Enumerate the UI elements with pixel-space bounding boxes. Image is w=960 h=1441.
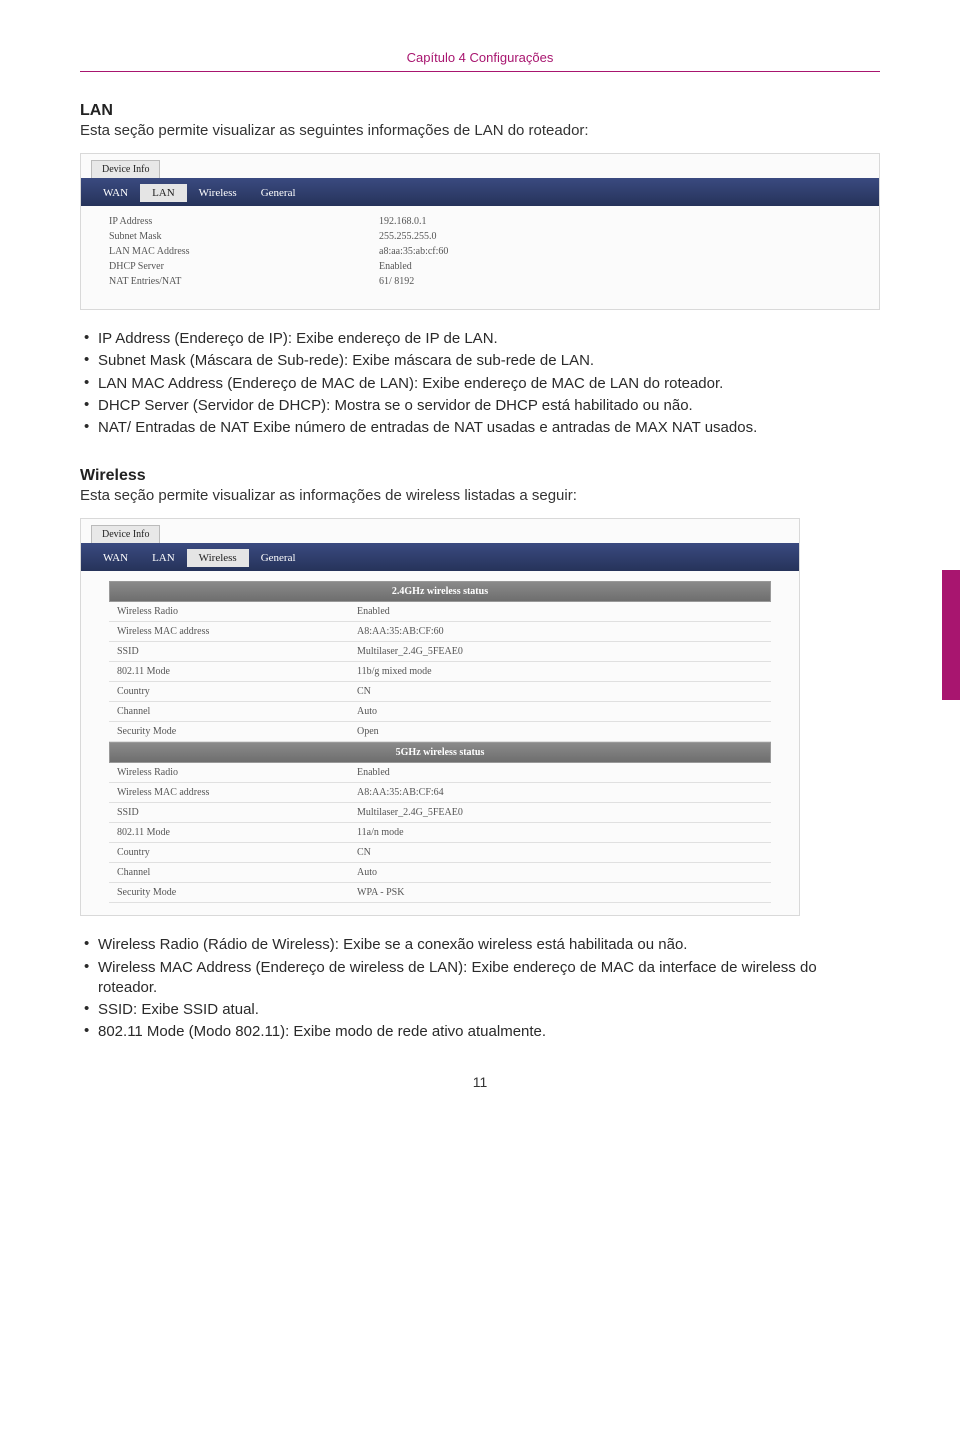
tab-wireless[interactable]: Wireless [187,549,249,567]
lan-row-value: 61/ 8192 [379,276,414,287]
status-row: 802.11 Mode11a/n mode [109,823,771,843]
page-number: 11 [80,1074,880,1090]
list-item: NAT/ Entradas de NAT Exibe número de ent… [80,417,880,439]
status-value: 11a/n mode [357,827,404,838]
wireless-bullet-list: Wireless Radio (Rádio de Wireless): Exib… [80,934,880,1043]
status-row: CountryCN [109,682,771,702]
status-label: 802.11 Mode [117,666,357,677]
status-label: Wireless Radio [117,606,357,617]
status-label: Channel [117,867,357,878]
tab-wan[interactable]: WAN [91,549,140,567]
wireless-24-table: 2.4GHz wireless status Wireless RadioEna… [109,581,771,903]
status-row: Wireless MAC addressA8:AA:35:AB:CF:60 [109,622,771,642]
status-row: Security ModeWPA - PSK [109,883,771,903]
device-info-tab[interactable]: Device Info [91,160,160,178]
lan-row-label: DHCP Server [109,261,379,272]
tab-wan[interactable]: WAN [91,184,140,202]
lan-info-table: IP Address 192.168.0.1 Subnet Mask 255.2… [81,206,879,309]
wireless-5-header: 5GHz wireless status [109,742,771,763]
lan-screenshot: Device Info WAN LAN Wireless General IP … [80,153,880,310]
status-value: A8:AA:35:AB:CF:64 [357,787,444,798]
status-row: Wireless RadioEnabled [109,602,771,622]
tab-wireless[interactable]: Wireless [187,184,249,202]
status-label: Country [117,847,357,858]
wireless-tab-bar: WAN LAN Wireless General [81,543,799,571]
lan-row-label: NAT Entries/NAT [109,276,379,287]
lan-row-value: 255.255.255.0 [379,231,437,242]
status-row: Security ModeOpen [109,722,771,742]
chapter-header: Capítulo 4 Configurações [80,50,880,65]
status-value: CN [357,686,371,697]
tab-lan[interactable]: LAN [140,184,187,202]
list-item: Subnet Mask (Máscara de Sub-rede): Exibe… [80,350,880,372]
lan-row: IP Address 192.168.0.1 [81,214,879,229]
side-tab-decoration [942,570,960,700]
status-row: ChannelAuto [109,863,771,883]
lan-row-label: LAN MAC Address [109,246,379,257]
lan-row-label: Subnet Mask [109,231,379,242]
status-value: CN [357,847,371,858]
lan-row: LAN MAC Address a8:aa:35:ab:cf:60 [81,244,879,259]
lan-row-value: Enabled [379,261,412,272]
status-label: SSID [117,646,357,657]
status-row: Wireless RadioEnabled [109,763,771,783]
device-info-tab[interactable]: Device Info [91,525,160,543]
status-value: 11b/g mixed mode [357,666,432,677]
list-item: 802.11 Mode (Modo 802.11): Exibe modo de… [80,1021,880,1043]
lan-row-value: a8:aa:35:ab:cf:60 [379,246,448,257]
list-item: Wireless Radio (Rádio de Wireless): Exib… [80,934,880,956]
status-label: Channel [117,706,357,717]
list-item: Wireless MAC Address (Endereço de wirele… [80,957,880,1000]
lan-row-label: IP Address [109,216,379,227]
status-label: SSID [117,807,357,818]
status-value: WPA - PSK [357,887,404,898]
lan-row: Subnet Mask 255.255.255.0 [81,229,879,244]
status-row: ChannelAuto [109,702,771,722]
tab-lan[interactable]: LAN [140,549,187,567]
status-value: Open [357,726,379,737]
wireless-heading: Wireless [80,467,880,485]
status-value: Enabled [357,606,390,617]
list-item: DHCP Server (Servidor de DHCP): Mostra s… [80,395,880,417]
wireless-screenshot: Device Info WAN LAN Wireless General 2.4… [80,518,800,916]
status-row: Wireless MAC addressA8:AA:35:AB:CF:64 [109,783,771,803]
status-label: 802.11 Mode [117,827,357,838]
status-row: CountryCN [109,843,771,863]
list-item: LAN MAC Address (Endereço de MAC de LAN)… [80,373,880,395]
status-value: Multilaser_2.4G_5FEAE0 [357,646,463,657]
status-value: Auto [357,706,377,717]
wireless-intro: Esta seção permite visualizar as informa… [80,487,880,504]
header-divider [80,71,880,72]
status-label: Wireless MAC address [117,626,357,637]
status-value: Enabled [357,767,390,778]
status-label: Security Mode [117,887,357,898]
lan-heading: LAN [80,102,880,120]
status-row: SSIDMultilaser_2.4G_5FEAE0 [109,642,771,662]
lan-row: NAT Entries/NAT 61/ 8192 [81,274,879,289]
lan-bullet-list: IP Address (Endereço de IP): Exibe ender… [80,328,880,439]
status-value: Auto [357,867,377,878]
list-item: IP Address (Endereço de IP): Exibe ender… [80,328,880,350]
status-label: Country [117,686,357,697]
status-label: Wireless MAC address [117,787,357,798]
status-row: 802.11 Mode11b/g mixed mode [109,662,771,682]
list-item: SSID: Exibe SSID atual. [80,999,880,1021]
status-label: Wireless Radio [117,767,357,778]
status-label: Security Mode [117,726,357,737]
lan-row: DHCP Server Enabled [81,259,879,274]
lan-tab-bar: WAN LAN Wireless General [81,178,879,206]
lan-intro: Esta seção permite visualizar as seguint… [80,122,880,139]
lan-row-value: 192.168.0.1 [379,216,427,227]
wireless-24-header: 2.4GHz wireless status [109,581,771,602]
tab-general[interactable]: General [249,184,308,202]
status-value: A8:AA:35:AB:CF:60 [357,626,444,637]
status-row: SSIDMultilaser_2.4G_5FEAE0 [109,803,771,823]
status-value: Multilaser_2.4G_5FEAE0 [357,807,463,818]
tab-general[interactable]: General [249,549,308,567]
